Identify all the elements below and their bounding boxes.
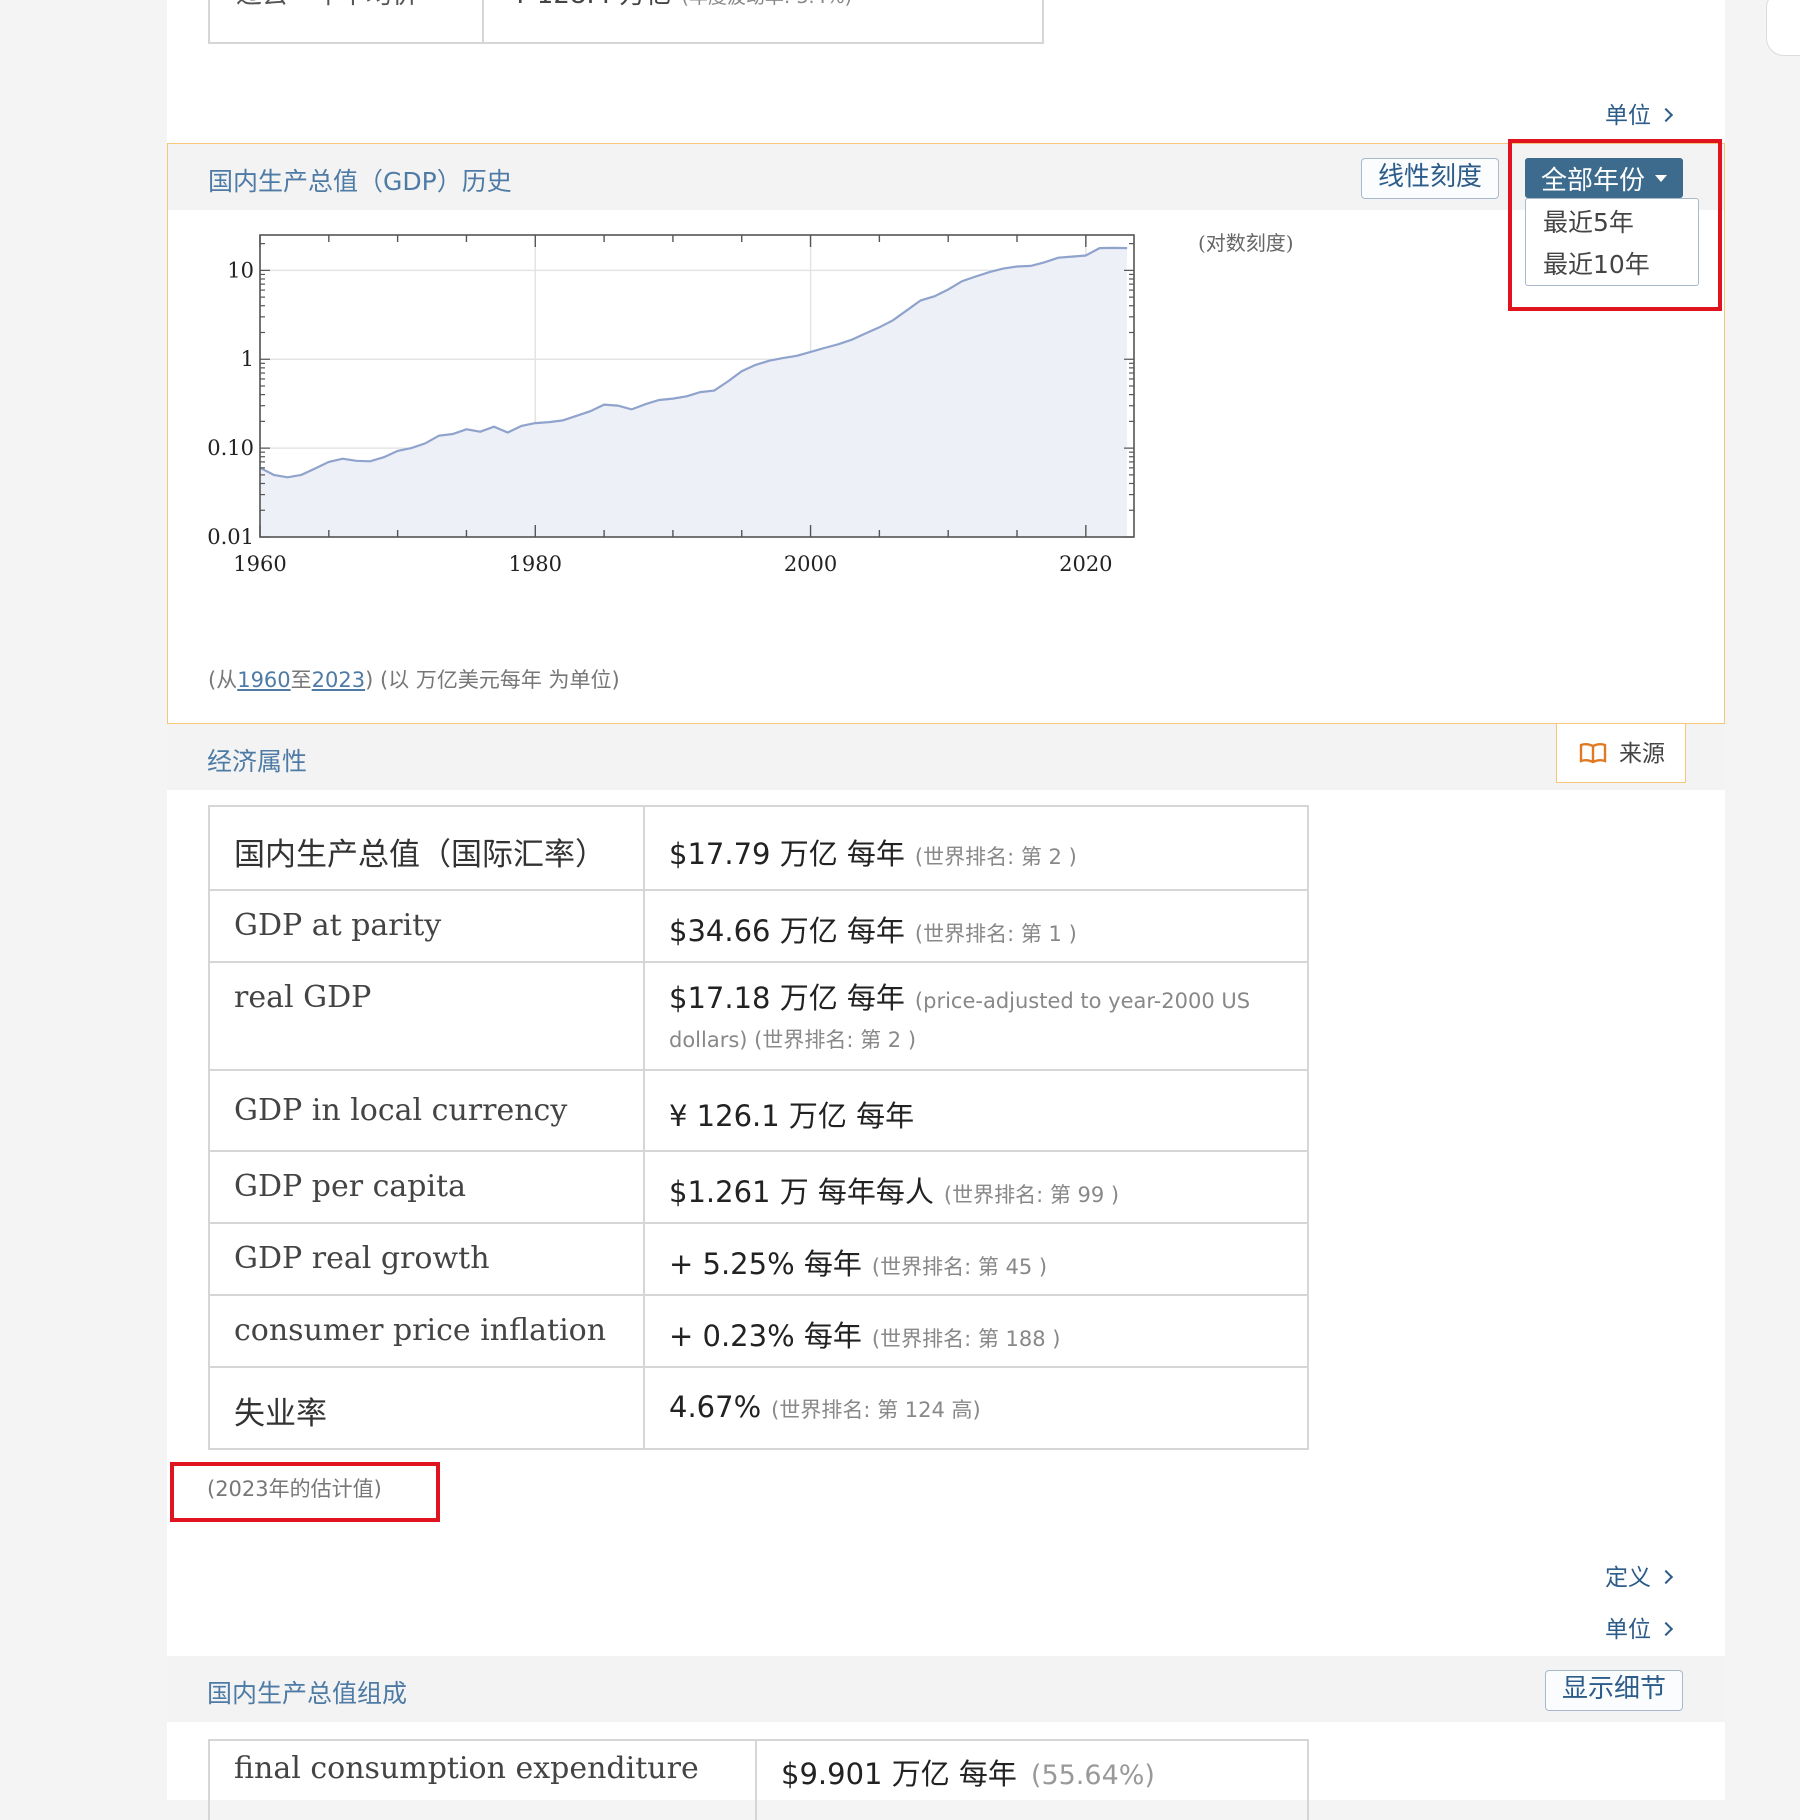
row-label: final consumption expenditure: [208, 1739, 757, 1820]
row-value: $34.66 万亿 每年: [669, 914, 905, 948]
chart-footer: (从1960至2023) (以 万亿美元每年 为单位): [208, 668, 620, 692]
chevron-right-icon: [1658, 1569, 1674, 1585]
row-value: $17.18 万亿 每年: [669, 981, 905, 1015]
row-label: consumer price inflation: [208, 1294, 645, 1368]
chevron-right-icon: [1658, 107, 1674, 123]
side-panel-edge: [1766, 0, 1800, 56]
row-value: $1.261 万 每年每人: [669, 1175, 934, 1209]
table-row: 国内生产总值（国际汇率） $17.79 万亿 每年 (世界排名: 第 2 ): [208, 805, 1309, 891]
book-icon: [1579, 743, 1607, 764]
table-row: final consumption expenditure $9.901 万亿 …: [208, 1739, 1309, 1820]
row-label: GDP in local currency: [208, 1069, 645, 1152]
table-row: 失业率 4.67% (世界排名: 第 124 高): [208, 1366, 1309, 1450]
row-note: (世界排名: 第 1 ): [914, 922, 1077, 946]
row-value: $9.901 万亿 每年: [781, 1757, 1017, 1791]
x-tick-label: 1980: [509, 552, 562, 576]
row-value: $17.79 万亿 每年: [669, 837, 905, 871]
row-label: GDP real growth: [208, 1222, 645, 1296]
gdp-area-fill: [260, 247, 1128, 537]
economic-properties-title: 经济属性: [207, 747, 308, 776]
row-note: (世界排名: 第 188 ): [871, 1327, 1061, 1351]
gdp-history-pod: 国内生产总值（GDP）历史 线性刻度 (对数刻度) 1960 1980 2000 20…: [167, 143, 1725, 724]
x-tick-label: 1960: [233, 552, 286, 576]
average-price-row: 过去一年平均价 ¥ 128.4 万亿(年度波动率: 3.4%): [208, 0, 1044, 44]
y-tick-label: 0.10: [207, 436, 254, 460]
units-link-bottom[interactable]: 单位: [1605, 1610, 1674, 1644]
row-note: (世界排名: 第 99 ): [943, 1183, 1120, 1207]
economic-properties-header: 经济属性: [167, 724, 1725, 790]
row-value: 4.67%: [669, 1390, 762, 1424]
row-value: + 5.25% 每年: [669, 1247, 862, 1281]
y-tick-label: 0.01: [207, 525, 254, 549]
table-row: GDP per capita $1.261 万 每年每人 (世界排名: 第 99 …: [208, 1150, 1309, 1224]
average-price-label: 过去一年平均价: [210, 0, 484, 42]
row-note: (世界排名: 第 124 高): [771, 1398, 981, 1422]
row-value: ¥ 126.1 万亿 每年: [669, 1099, 915, 1133]
units-link-top[interactable]: 单位: [1605, 96, 1674, 130]
table-row: consumer price inflation + 0.23% 每年 (世界排名…: [208, 1294, 1309, 1368]
volatility-note: (年度波动率: 3.4%): [682, 0, 853, 8]
gdp-composition-header: 国内生产总值组成 显示细节: [167, 1656, 1725, 1722]
chevron-right-icon: [1658, 1621, 1674, 1637]
row-label: GDP at parity: [208, 889, 645, 963]
economic-properties-table: 国内生产总值（国际汇率） $17.79 万亿 每年 (世界排名: 第 2 ) GD…: [208, 805, 1309, 1450]
y-tick-label: 1: [241, 347, 254, 371]
definitions-link[interactable]: 定义: [1605, 1558, 1674, 1592]
table-row: GDP at parity $34.66 万亿 每年 (世界排名: 第 1 ): [208, 889, 1309, 963]
row-label: GDP per capita: [208, 1150, 645, 1224]
x-tick-label: 2000: [784, 552, 837, 576]
source-button[interactable]: 来源: [1556, 724, 1686, 783]
row-label: real GDP: [208, 961, 645, 1071]
highlight-box-dropdown: [1508, 139, 1722, 311]
table-row: GDP in local currency ¥ 126.1 万亿 每年: [208, 1069, 1309, 1152]
x-tick-label: 2020: [1059, 552, 1112, 576]
table-row: GDP real growth + 5.25% 每年 (世界排名: 第 45 ): [208, 1222, 1309, 1296]
row-value: + 0.23% 每年: [669, 1319, 862, 1353]
row-note: (世界排名: 第 2 ): [914, 845, 1077, 869]
highlight-box-estimate: [170, 1462, 440, 1522]
gdp-history-chart: 1960 1980 2000 2020 0.01 0.10 1 10: [207, 234, 1135, 576]
row-label: 国内生产总值（国际汇率）: [234, 837, 606, 873]
show-details-button[interactable]: 显示细节: [1545, 1670, 1683, 1711]
year-to-link[interactable]: 2023: [312, 668, 365, 692]
y-tick-label: 10: [227, 258, 254, 282]
gdp-composition-table: final consumption expenditure $9.901 万亿 …: [208, 1739, 1309, 1820]
row-note: (世界排名: 第 45 ): [871, 1255, 1048, 1279]
table-row: real GDP $17.18 万亿 每年 (price-adjusted to …: [208, 961, 1309, 1071]
gdp-composition-title: 国内生产总值组成: [207, 1679, 408, 1708]
average-price-value: ¥ 128.4 万亿(年度波动率: 3.4%): [484, 0, 1042, 42]
row-label: 失业率: [234, 1396, 327, 1432]
year-from-link[interactable]: 1960: [237, 668, 290, 692]
row-note: (55.64%): [1030, 1760, 1155, 1791]
